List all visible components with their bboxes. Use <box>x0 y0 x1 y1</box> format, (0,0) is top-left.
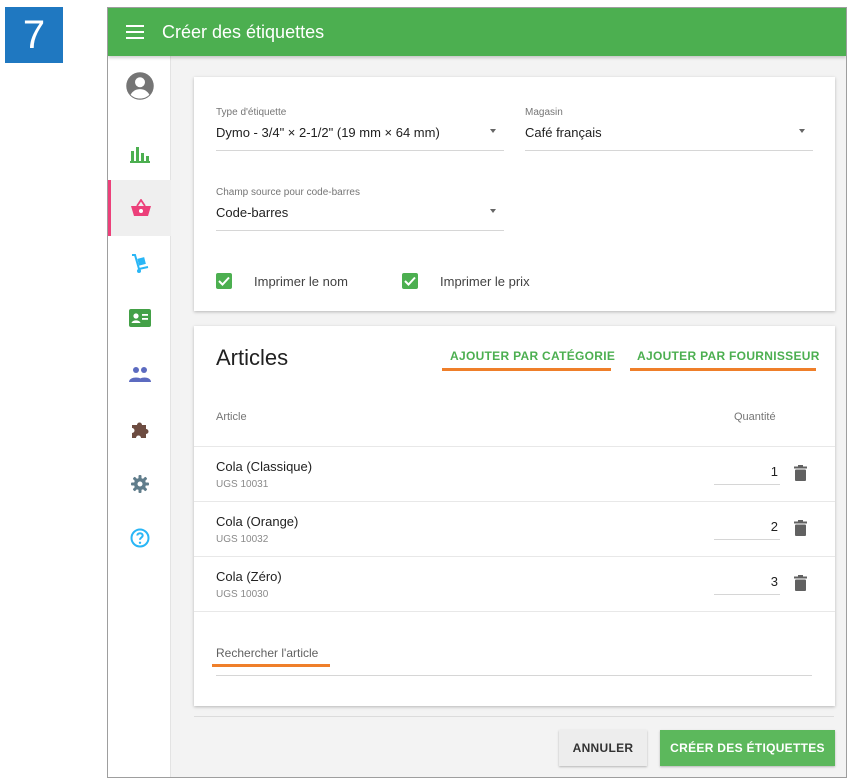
trash-icon <box>793 465 807 481</box>
label-type-label: Type d'étiquette <box>216 107 287 118</box>
item-sku: UGS 10031 <box>216 479 269 490</box>
table-divider <box>194 611 835 612</box>
articles-card: Articles AJOUTER PAR CATÉGORIE AJOUTER P… <box>194 326 835 706</box>
barcode-source-select[interactable]: Champ source pour code-barres Code-barre… <box>216 187 504 231</box>
checkbox-checked-icon <box>216 273 232 289</box>
add-by-category-button[interactable]: AJOUTER PAR CATÉGORIE <box>450 349 615 363</box>
sidebar-item-integrations[interactable] <box>108 402 171 458</box>
delete-row-button[interactable] <box>792 519 808 537</box>
top-app-bar: Créer des étiquettes <box>108 8 846 56</box>
table-divider <box>194 501 835 502</box>
chevron-down-icon <box>490 129 496 133</box>
shopping-basket-icon <box>131 199 151 216</box>
search-highlight <box>212 664 330 667</box>
sidebar-item-settings[interactable] <box>108 456 171 512</box>
article-search-input[interactable]: Rechercher l'article <box>212 646 812 676</box>
add-by-category-highlight <box>442 368 611 371</box>
article-column-header: Article <box>216 411 247 423</box>
menu-button[interactable] <box>108 8 162 56</box>
trash-icon <box>793 520 807 536</box>
sidebar-item-help[interactable] <box>108 510 171 566</box>
chevron-down-icon <box>490 209 496 213</box>
store-label: Magasin <box>525 107 563 118</box>
contact-card-icon <box>128 309 151 327</box>
sidebar-item-inventory[interactable] <box>108 236 171 292</box>
account-circle-icon <box>125 72 154 100</box>
articles-heading: Articles <box>216 345 289 370</box>
article-search-placeholder: Rechercher l'article <box>216 646 319 660</box>
page-title: Créer des étiquettes <box>162 21 325 42</box>
label-settings-card: Type d'étiquette Dymo - 3/4" × 2-1/2" (1… <box>194 77 835 311</box>
item-sku: UGS 10032 <box>216 534 269 545</box>
label-type-select[interactable]: Type d'étiquette Dymo - 3/4" × 2-1/2" (1… <box>216 107 504 151</box>
app-window: Créer des étiquettes Type d'étiquette Dy… <box>107 7 847 778</box>
table-divider <box>194 446 835 447</box>
quantity-input[interactable]: 1 <box>714 463 780 485</box>
dolly-icon <box>131 254 148 273</box>
add-by-supplier-highlight <box>630 368 816 371</box>
print-name-label: Imprimer le nom <box>254 273 348 289</box>
quantity-input[interactable]: 3 <box>714 573 780 595</box>
label-type-value: Dymo - 3/4" × 2-1/2" (19 mm × 64 mm) <box>216 125 440 140</box>
puzzle-icon <box>131 422 148 438</box>
sidebar-item-reports[interactable] <box>108 126 171 182</box>
print-price-label: Imprimer le prix <box>440 273 530 289</box>
item-sku: UGS 10030 <box>216 589 269 600</box>
people-icon <box>128 367 151 382</box>
cancel-button[interactable]: ANNULER <box>559 730 647 766</box>
print-price-checkbox[interactable]: Imprimer le prix <box>402 273 530 289</box>
table-divider <box>194 556 835 557</box>
help-icon <box>130 528 149 548</box>
print-name-checkbox[interactable]: Imprimer le nom <box>216 273 348 289</box>
store-select[interactable]: Magasin Café français <box>525 107 813 151</box>
step-number-badge: 7 <box>5 7 63 63</box>
item-name: Cola (Zéro) <box>216 569 282 584</box>
item-name: Cola (Classique) <box>216 459 313 474</box>
create-labels-button[interactable]: CRÉER DES ÉTIQUETTES <box>660 730 835 766</box>
quantity-input[interactable]: 2 <box>714 518 780 540</box>
hamburger-menu-icon <box>126 25 144 39</box>
sidebar-item-customers[interactable] <box>108 290 171 346</box>
delete-row-button[interactable] <box>792 464 808 482</box>
sidebar-item-account[interactable] <box>108 58 171 114</box>
bar-chart-icon <box>129 147 150 163</box>
barcode-source-value: Code-barres <box>216 205 289 220</box>
chevron-down-icon <box>799 129 805 133</box>
quantity-column-header: Quantité <box>734 411 776 423</box>
add-by-supplier-button[interactable]: AJOUTER PAR FOURNISSEUR <box>637 349 820 363</box>
item-name: Cola (Orange) <box>216 514 299 529</box>
sidebar-item-employees[interactable] <box>108 346 171 402</box>
barcode-source-label: Champ source pour code-barres <box>216 187 360 198</box>
footer-divider <box>194 716 834 717</box>
trash-icon <box>793 575 807 591</box>
delete-row-button[interactable] <box>792 574 808 592</box>
sidebar-item-items[interactable] <box>108 180 171 236</box>
checkbox-checked-icon <box>402 273 418 289</box>
gear-icon <box>130 475 149 493</box>
store-value: Café français <box>525 125 602 140</box>
sidebar-nav <box>108 56 171 777</box>
search-input-underline <box>216 675 812 676</box>
